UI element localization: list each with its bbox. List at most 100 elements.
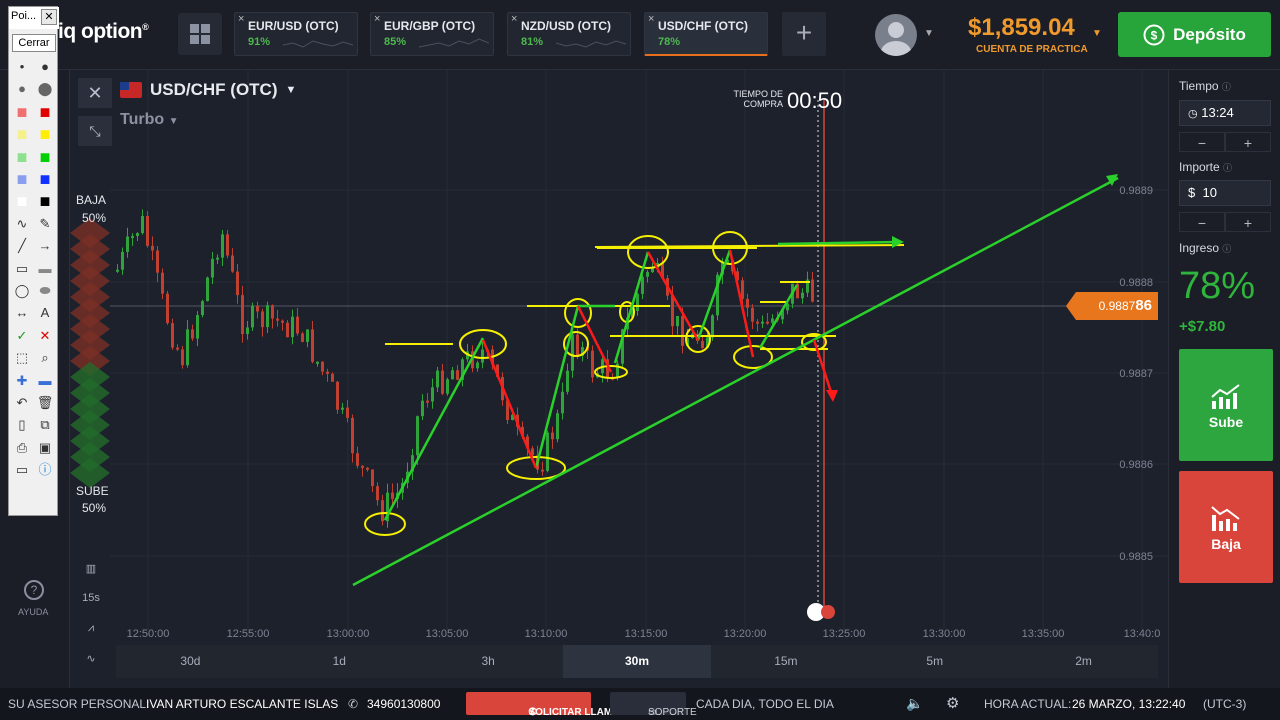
add-asset-button[interactable]: +: [782, 12, 826, 56]
undo-icon[interactable]: ↶: [12, 393, 32, 413]
asset-tab-eur-usd[interactable]: × EUR/USD (OTC) 91%: [234, 12, 358, 56]
color-red[interactable]: ■: [35, 102, 55, 122]
color-red-light[interactable]: ■: [12, 102, 32, 122]
current-price-tag: 0.988786: [1066, 292, 1158, 320]
chevron-down-icon[interactable]: ▼: [1092, 28, 1102, 39]
info-icon: ⓘ: [1222, 244, 1232, 254]
candle-down: [321, 361, 324, 372]
candle-down: [166, 293, 169, 324]
save-icon[interactable]: ▣: [35, 438, 55, 458]
period-1d[interactable]: 1d: [265, 645, 414, 678]
close-tab-icon[interactable]: ×: [648, 13, 654, 25]
mode-selector[interactable]: Turbo ▼: [120, 111, 179, 129]
close-icon[interactable]: ✕: [41, 9, 57, 25]
paint-close-button[interactable]: Cerrar: [12, 34, 56, 52]
candle-down: [366, 467, 369, 470]
select-icon[interactable]: ⬚: [12, 348, 32, 368]
request-call-button[interactable]: ✆ SOLICITAR LLAMADA: [466, 692, 634, 718]
line-icon[interactable]: ╱: [12, 236, 32, 256]
minus-icon[interactable]: ▬: [35, 371, 55, 391]
help-label[interactable]: AYUDA: [18, 607, 48, 617]
new-icon[interactable]: ▯: [12, 415, 32, 435]
expiry-marker: [821, 605, 835, 619]
avatar[interactable]: [875, 14, 917, 56]
drawing-tools-icon[interactable]: ∿: [78, 652, 104, 665]
period-30d[interactable]: 30d: [116, 645, 265, 678]
copy-icon[interactable]: ⧉: [35, 415, 55, 435]
marker-icon[interactable]: ✎: [35, 214, 55, 234]
asset-tab-nzd-usd[interactable]: × NZD/USD (OTC) 81%: [507, 12, 631, 56]
ellipse-icon[interactable]: ◯: [12, 281, 32, 301]
gear-icon[interactable]: ⚙: [946, 694, 959, 712]
candle-up: [216, 257, 219, 260]
info-icon[interactable]: ⓘ: [35, 460, 55, 480]
candle-up: [641, 276, 644, 294]
double-arrow-icon[interactable]: ↔: [12, 303, 32, 323]
dot-medium-icon[interactable]: ●: [35, 57, 55, 77]
time-increase-button[interactable]: +: [1225, 132, 1271, 152]
filled-rect-icon[interactable]: ▬: [35, 259, 55, 279]
svg-text:$: $: [1151, 28, 1158, 42]
period-2m[interactable]: 2m: [1009, 645, 1158, 678]
filled-ellipse-icon[interactable]: ⬬: [35, 281, 55, 301]
price-chart[interactable]: 0.9889 0.9888 0.9887 0.9886 0.9885 12:50:00 12…: [70, 70, 1168, 688]
screen-icon[interactable]: ▭: [12, 460, 32, 480]
chevron-down-icon[interactable]: ▼: [924, 28, 934, 39]
rectangle-icon[interactable]: ▭: [12, 259, 32, 279]
dot-large-icon[interactable]: ●: [12, 79, 32, 99]
period-15m[interactable]: 15m: [711, 645, 860, 678]
period-5m[interactable]: 5m: [860, 645, 1009, 678]
color-white[interactable]: ■: [12, 191, 32, 211]
amount-increase-button[interactable]: +: [1225, 212, 1271, 232]
expiry-time-field[interactable]: ◷ 13:24: [1179, 100, 1271, 126]
check-icon[interactable]: ✓: [12, 326, 32, 346]
period-3h[interactable]: 3h: [414, 645, 563, 678]
asset-tab-usd-chf[interactable]: × USD/CHF (OTC) 78%: [644, 12, 768, 56]
asset-tab-eur-gbp[interactable]: × EUR/GBP (OTC) 85%: [370, 12, 494, 56]
candle-interval[interactable]: 15s: [78, 592, 104, 604]
annotation-down-line: [481, 339, 538, 469]
collapse-icon[interactable]: ⤡: [78, 116, 112, 146]
arrow-icon[interactable]: →: [35, 236, 55, 256]
text-icon[interactable]: A: [35, 303, 55, 323]
assets-grid-button[interactable]: [178, 13, 222, 55]
color-black[interactable]: ■: [35, 191, 55, 211]
plus-icon[interactable]: ✚: [12, 371, 32, 391]
amount-label: Importe ⓘ: [1179, 160, 1233, 174]
trash-icon[interactable]: 🗑: [35, 393, 55, 413]
cross-icon[interactable]: ✕: [35, 326, 55, 346]
dot-small-icon[interactable]: •: [12, 57, 32, 77]
print-icon[interactable]: ⎙: [12, 438, 32, 458]
amount-field[interactable]: $ 10: [1179, 180, 1271, 206]
zoom-icon[interactable]: ⌕: [35, 348, 55, 368]
chart-area[interactable]: 0.9889 0.9888 0.9887 0.9886 0.9885 12:50:00 12…: [70, 70, 1168, 688]
amount-decrease-button[interactable]: −: [1179, 212, 1225, 232]
freehand-icon[interactable]: ∿: [12, 214, 32, 234]
color-blue[interactable]: ■: [35, 169, 55, 189]
color-blue-light[interactable]: ■: [12, 169, 32, 189]
help-icon[interactable]: ?: [24, 580, 44, 600]
close-tab-icon[interactable]: ×: [374, 13, 380, 25]
put-button[interactable]: Baja: [1179, 471, 1273, 583]
sound-icon[interactable]: 🔈: [906, 695, 923, 712]
balance[interactable]: $1,859.04: [968, 14, 1075, 42]
close-tab-icon[interactable]: ×: [511, 13, 517, 25]
call-button[interactable]: Sube: [1179, 349, 1273, 461]
close-icon[interactable]: ✕: [78, 78, 112, 108]
color-yellow[interactable]: ■: [35, 124, 55, 144]
close-tab-icon[interactable]: ×: [238, 13, 244, 25]
support-button[interactable]: ▭ SOPORTE: [610, 692, 697, 718]
candle-up: [476, 362, 479, 369]
profit-label: Ingreso ⓘ: [1179, 241, 1232, 255]
asset-selector[interactable]: USD/CHF (OTC) ▼: [120, 80, 296, 100]
color-yellow-light[interactable]: ■: [12, 124, 32, 144]
chart-type-icon[interactable]: ▥: [78, 562, 104, 575]
deposit-button[interactable]: $ Depósito: [1118, 12, 1271, 57]
color-green[interactable]: ■: [35, 147, 55, 167]
candle-up: [196, 315, 199, 339]
time-decrease-button[interactable]: −: [1179, 132, 1225, 152]
indicators-icon[interactable]: ⩘: [78, 622, 104, 635]
color-green-light[interactable]: ■: [12, 147, 32, 167]
period-30m[interactable]: 30m: [562, 645, 712, 678]
dot-xlarge-icon[interactable]: ⬤: [35, 79, 55, 99]
